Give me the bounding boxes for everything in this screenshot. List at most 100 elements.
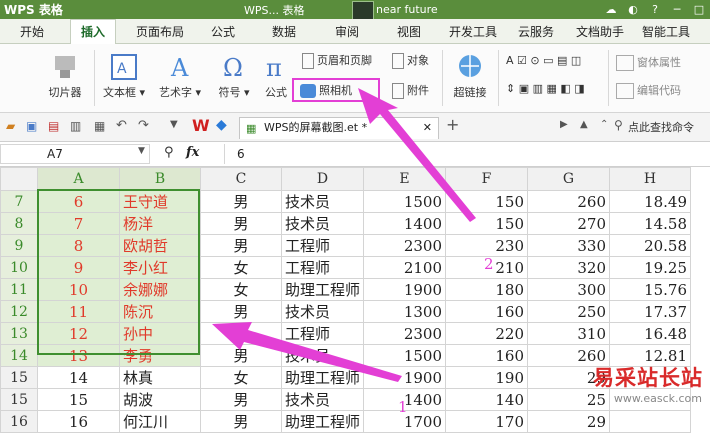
cell-a[interactable]: 16 <box>37 410 120 433</box>
attachment-button[interactable]: 附件 <box>392 82 429 99</box>
redo-icon[interactable]: ↷ <box>138 118 149 133</box>
wordart-button[interactable]: A 艺术字 ▾ <box>154 52 206 100</box>
table-row[interactable]: 8 7 杨洋男技术员 1400 150 270 14.58 <box>0 212 692 235</box>
cell-f[interactable]: 140 <box>445 388 529 411</box>
column-header-d[interactable]: D <box>280 167 365 191</box>
column-header-a[interactable]: A <box>37 167 120 191</box>
cell-c[interactable]: 女 <box>200 366 282 389</box>
cell-h[interactable]: 19.25 <box>609 256 692 279</box>
edit-code-button[interactable]: 编辑代码 <box>616 82 681 99</box>
table-row[interactable]: 12 11 陈沉男技术员 1300 160 250 17.37 <box>0 300 692 323</box>
wps-logo-icon[interactable]: W <box>192 116 210 135</box>
cell-d[interactable]: 技术员 <box>280 212 365 235</box>
upload-icon[interactable]: ▲ <box>580 119 588 130</box>
cell-b[interactable]: 余娜娜 <box>119 278 201 301</box>
cell-c[interactable]: 男 <box>200 212 282 235</box>
row-header[interactable]: 16 <box>0 410 38 433</box>
cell-f[interactable]: 150 <box>445 212 529 235</box>
form-controls-row-2[interactable]: ⇕ ▣ ▥ ▦ ◧ ◨ <box>506 82 585 95</box>
play-icon[interactable]: ▶ <box>560 119 568 130</box>
symbol-button[interactable]: Ω 符号 ▾ <box>214 52 254 100</box>
column-header-e[interactable]: E <box>363 167 447 191</box>
cell-e[interactable]: 1500 <box>363 190 447 213</box>
window-properties-button[interactable]: 窗体属性 <box>616 54 681 71</box>
cell-h[interactable]: 15.76 <box>609 278 692 301</box>
cell-b[interactable]: 王守道 <box>119 190 201 213</box>
cell-f[interactable]: 220 <box>445 322 529 345</box>
row-header[interactable]: 7 <box>0 190 38 213</box>
cell-b[interactable]: 陈沉 <box>119 300 201 323</box>
command-search-hint[interactable]: 点此查找命令 <box>628 119 694 135</box>
cell-d[interactable]: 助理工程师 <box>280 410 365 433</box>
collapse-icon[interactable]: ⌃ <box>600 119 608 130</box>
cell-e[interactable]: 1400 <box>363 212 447 235</box>
print-icon[interactable]: ▥ <box>70 119 81 133</box>
column-header-h[interactable]: H <box>609 167 692 191</box>
tab-view[interactable]: 视图 <box>397 23 421 40</box>
cell-c[interactable]: 男 <box>200 234 282 257</box>
cell-c[interactable]: 男 <box>200 410 282 433</box>
cell-e[interactable]: 1500 <box>363 344 447 367</box>
preview-icon[interactable]: ▦ <box>94 119 105 133</box>
form-controls-row-1[interactable]: A ☑ ⊙ ▭ ▤ ◫ <box>506 54 581 67</box>
cell-e[interactable]: 2300 <box>363 322 447 345</box>
cell-f[interactable]: 180 <box>445 278 529 301</box>
zoom-icon[interactable]: ⚲ <box>164 145 174 160</box>
table-row[interactable]: 16 16 何江川男助理工程师 1700 170 29 <box>0 410 692 433</box>
cell-a[interactable]: 15 <box>37 388 120 411</box>
column-header-f[interactable]: F <box>445 167 529 191</box>
cell-b[interactable]: 李小红 <box>119 256 201 279</box>
cell-d[interactable]: 工程师 <box>280 234 365 257</box>
row-header[interactable]: 10 <box>0 256 38 279</box>
cell-c[interactable]: 男 <box>200 190 282 213</box>
cell-g[interactable]: 250 <box>527 300 611 323</box>
cell-c[interactable]: 男 <box>200 388 282 411</box>
cell-h[interactable]: 14.58 <box>609 212 692 235</box>
cell-b[interactable]: 欧胡哲 <box>119 234 201 257</box>
row-header[interactable]: 15 <box>0 388 38 411</box>
header-footer-button[interactable]: 页眉和页脚 <box>302 52 372 69</box>
row-header[interactable]: 11 <box>0 278 38 301</box>
tab-insert[interactable]: 插入 <box>70 19 117 46</box>
maximize-button[interactable]: □ <box>688 0 710 19</box>
cell-d[interactable]: 技术员 <box>280 190 365 213</box>
pdf-icon[interactable]: ▤ <box>48 119 59 133</box>
cell-a[interactable]: 11 <box>37 300 120 323</box>
cell-a[interactable]: 12 <box>37 322 120 345</box>
cell-e[interactable]: 1900 <box>363 278 447 301</box>
cell-h[interactable]: 20.58 <box>609 234 692 257</box>
slicer-button[interactable]: 切片器 <box>40 52 90 100</box>
cell-e[interactable]: 2300 <box>363 234 447 257</box>
cell-f[interactable]: 190 <box>445 366 529 389</box>
cell-b[interactable]: 林真 <box>119 366 201 389</box>
table-row[interactable]: 15 14 林真女助理工程师 1900 190 29 <box>0 366 692 389</box>
open-folder-icon[interactable]: ▰ <box>6 119 15 133</box>
cell-b[interactable]: 何江川 <box>119 410 201 433</box>
cell-a[interactable]: 9 <box>37 256 120 279</box>
cell-a[interactable]: 14 <box>37 366 120 389</box>
cell-f[interactable]: 230 <box>445 234 529 257</box>
tab-review[interactable]: 审阅 <box>335 23 359 40</box>
object-button[interactable]: 对象 <box>392 52 429 69</box>
row-header[interactable]: 14 <box>0 344 38 367</box>
tab-cloud[interactable]: 云服务 <box>518 23 554 40</box>
cell-g[interactable]: 300 <box>527 278 611 301</box>
cell-g[interactable]: 270 <box>527 212 611 235</box>
cell-d[interactable]: 助理工程师 <box>280 278 365 301</box>
cell-c[interactable]: 女 <box>200 256 282 279</box>
cube-icon[interactable]: ◆ <box>216 117 227 133</box>
cell-a[interactable]: 10 <box>37 278 120 301</box>
cell-b[interactable]: 胡波 <box>119 388 201 411</box>
formula-input[interactable]: 6 <box>224 144 710 164</box>
table-row[interactable]: 7 6 王守道男技术员 1500 150 260 18.49 <box>0 190 692 213</box>
cell-f[interactable]: 160 <box>445 344 529 367</box>
cell-d[interactable]: 工程师 <box>280 256 365 279</box>
cell-e[interactable]: 2100 <box>363 256 447 279</box>
cell-c[interactable]: 男 <box>200 344 282 367</box>
column-header-b[interactable]: B <box>119 167 201 191</box>
save-icon[interactable]: ▣ <box>26 119 37 133</box>
window-title[interactable]: WPS... 表格 <box>244 2 304 18</box>
cell-h[interactable]: 16.48 <box>609 322 692 345</box>
tab-developer[interactable]: 开发工具 <box>449 23 497 40</box>
user-account[interactable]: near future <box>352 0 438 20</box>
